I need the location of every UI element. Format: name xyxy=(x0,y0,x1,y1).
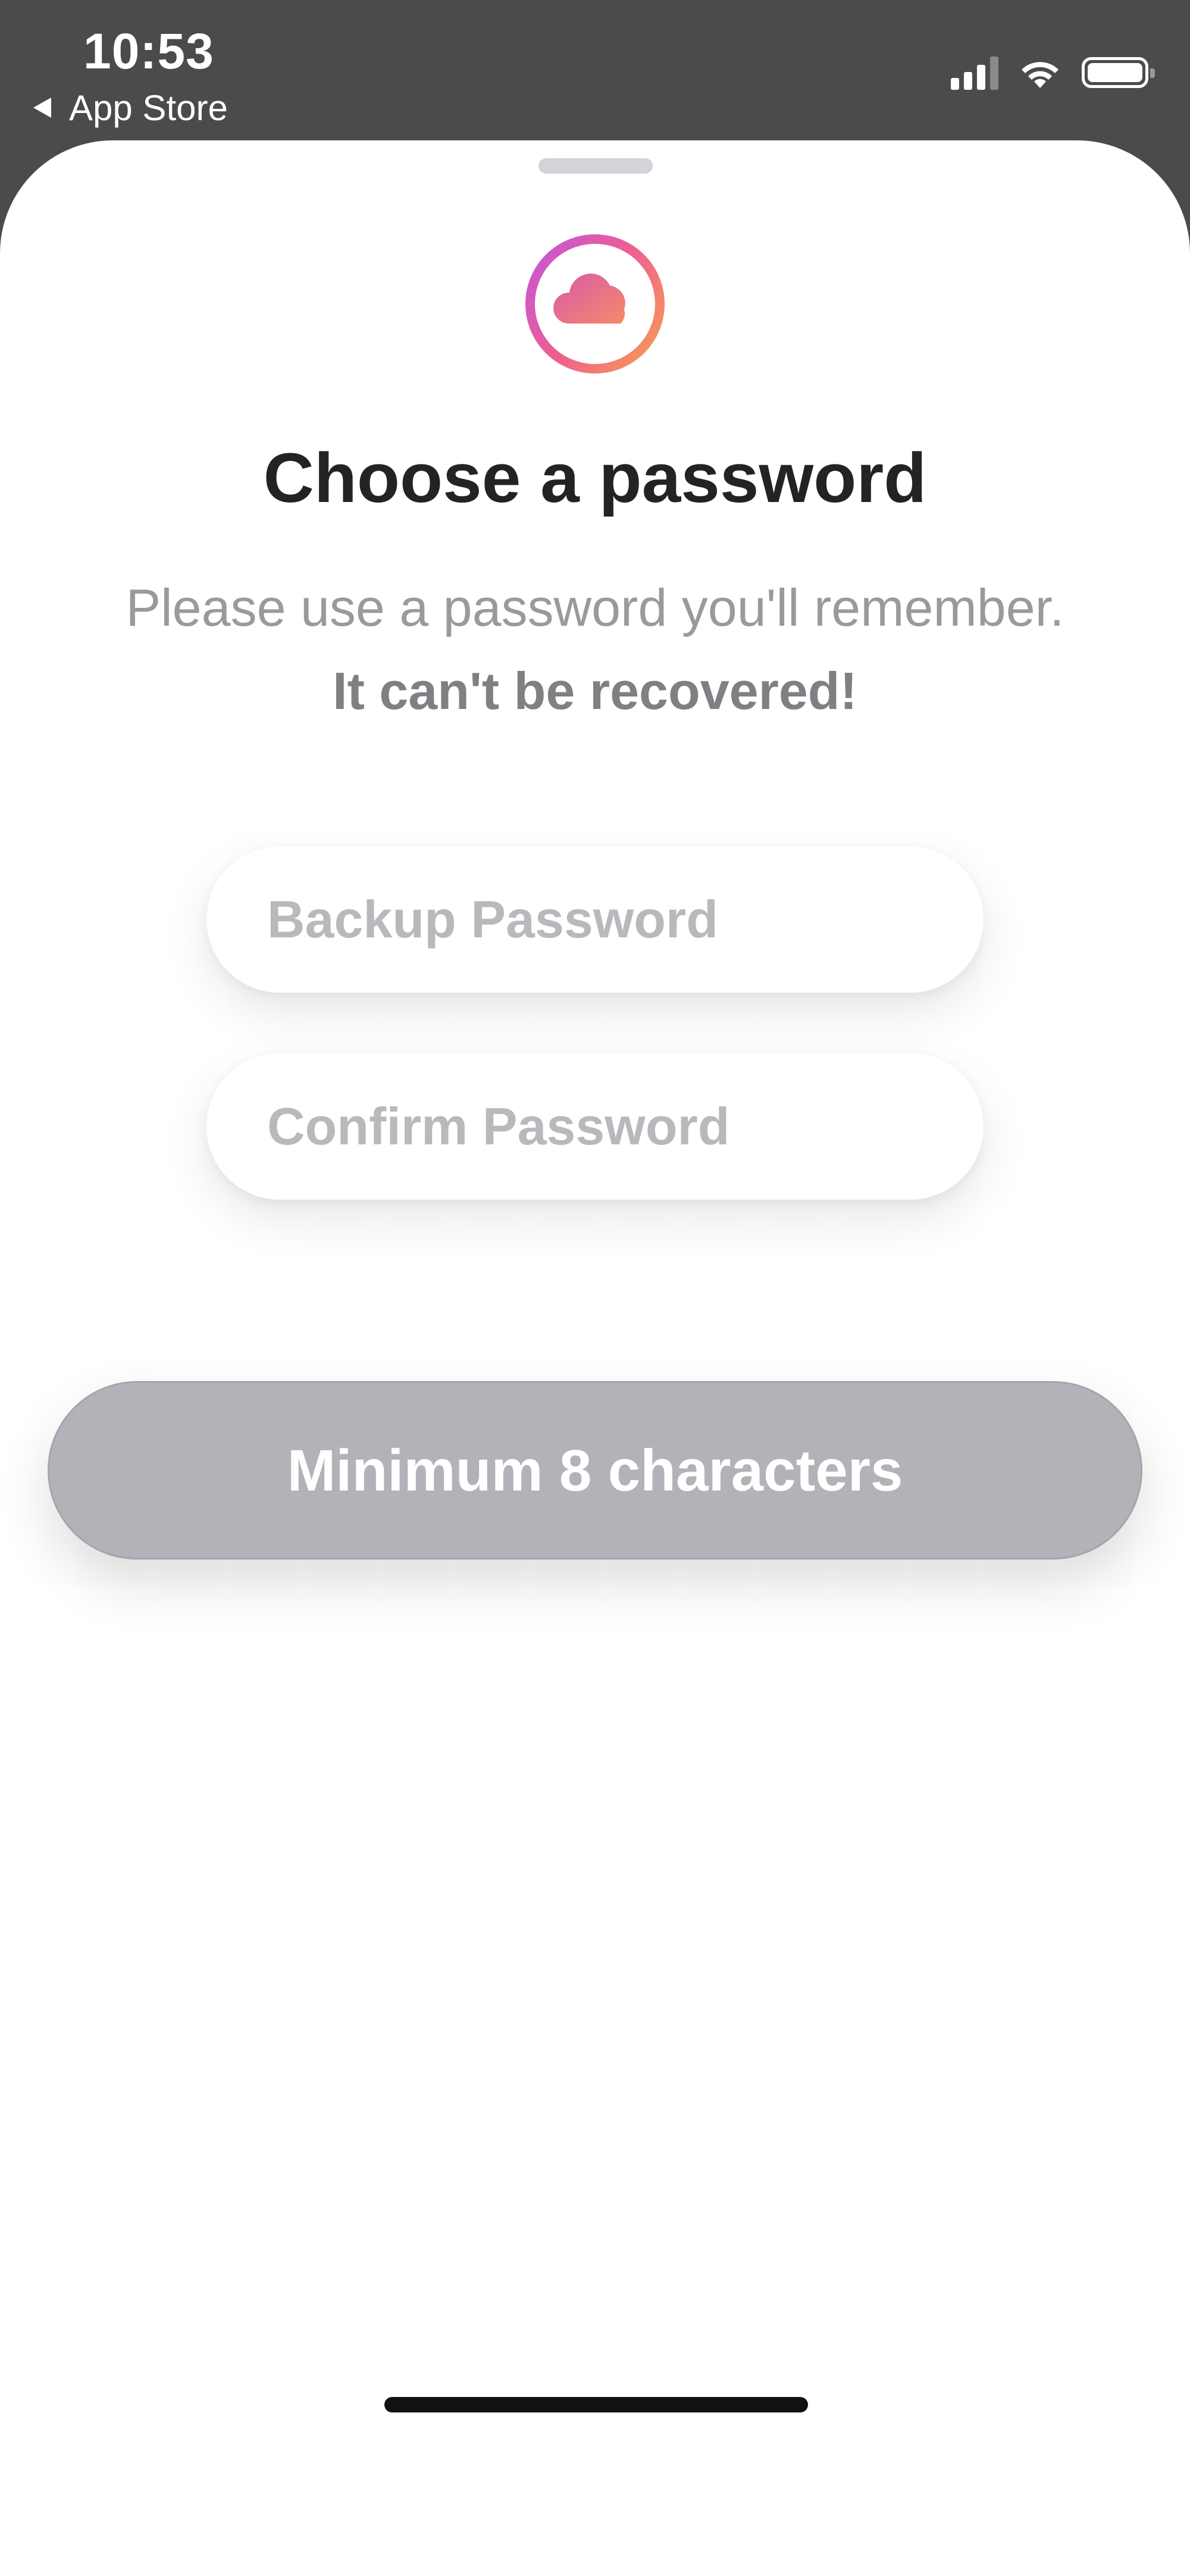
submit-password-button[interactable]: Minimum 8 characters xyxy=(48,1381,1142,1560)
status-time: 10:53 xyxy=(83,23,214,79)
back-arrow-icon xyxy=(33,98,51,118)
sheet-grabber-handle[interactable] xyxy=(538,158,653,174)
page-title: Choose a password xyxy=(263,439,927,517)
home-indicator xyxy=(384,2397,808,2412)
back-to-app-store-link[interactable]: App Store xyxy=(33,87,228,128)
app-logo xyxy=(525,234,665,374)
status-icons xyxy=(951,55,1155,90)
back-link-label: App Store xyxy=(69,87,228,128)
password-sheet: Choose a password Please use a password … xyxy=(0,140,1190,2576)
backup-password-field[interactable] xyxy=(206,846,984,993)
subtitle-warning: It can't be recovered! xyxy=(333,661,857,720)
cloud-icon xyxy=(553,274,625,324)
screen: 10:53 App Store Choose a password Please… xyxy=(0,0,1190,2576)
battery-icon xyxy=(1082,57,1155,88)
confirm-password-field[interactable] xyxy=(206,1053,984,1200)
page-subtitle: Please use a password you'll remember. I… xyxy=(119,566,1071,733)
signal-icon xyxy=(951,55,998,90)
subtitle-text: Please use a password you'll remember. xyxy=(126,578,1064,637)
wifi-icon xyxy=(1022,62,1059,88)
